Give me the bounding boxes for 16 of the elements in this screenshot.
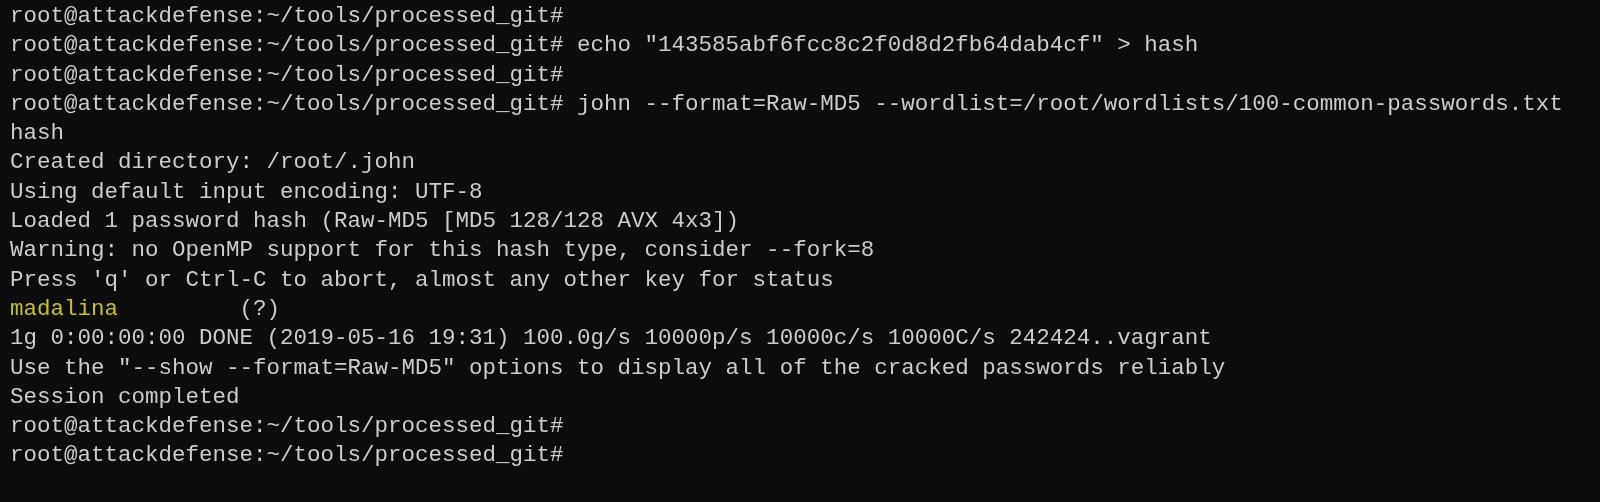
terminal-line: Press 'q' or Ctrl-C to abort, almost any other key for status [10,265,834,295]
terminal-line: Warning: no OpenMP support for this hash type, consider --fork=8 [10,236,875,266]
terminal-line: root@attackdefense:~/tools/processed_git# echo "143585abf6fcc8c2f0d8d2fb64dab4cf" > hash [10,31,1199,61]
terminal-line: Session completed [10,382,240,412]
terminal-line: root@attackdefense:~/tools/processed_git# [10,441,564,471]
terminal-line: madalina (?) [10,294,281,324]
terminal-line: 1g 0:00:00:00 DONE (2019-05-16 19:31) 100.0g/s 10000p/s 10000c/s 10000C/s 242424..vagrant [10,324,1212,354]
terminal-line: Loaded 1 password hash (Raw-MD5 [MD5 128/128 AVX 4x3]) [10,207,740,237]
terminal-line: Use the "--show --format=Raw-MD5" options to display all of the cracked passwords reliably [10,353,1226,383]
terminal-line: hash [10,119,64,149]
terminal-line: root@attackdefense:~/tools/processed_git# [10,60,564,90]
terminal-line: Created directory: /root/.john [10,148,416,178]
terminal-line: root@attackdefense:~/tools/processed_git# john --format=Raw-MD5 --wordlist=/root/wordlists/100-common-passwords.txt [10,89,1563,119]
terminal-line: root@attackdefense:~/tools/processed_git# [10,412,564,442]
terminal-line: Using default input encoding: UTF-8 [10,177,483,207]
terminal-line: root@attackdefense:~/tools/processed_git# [10,2,564,31]
